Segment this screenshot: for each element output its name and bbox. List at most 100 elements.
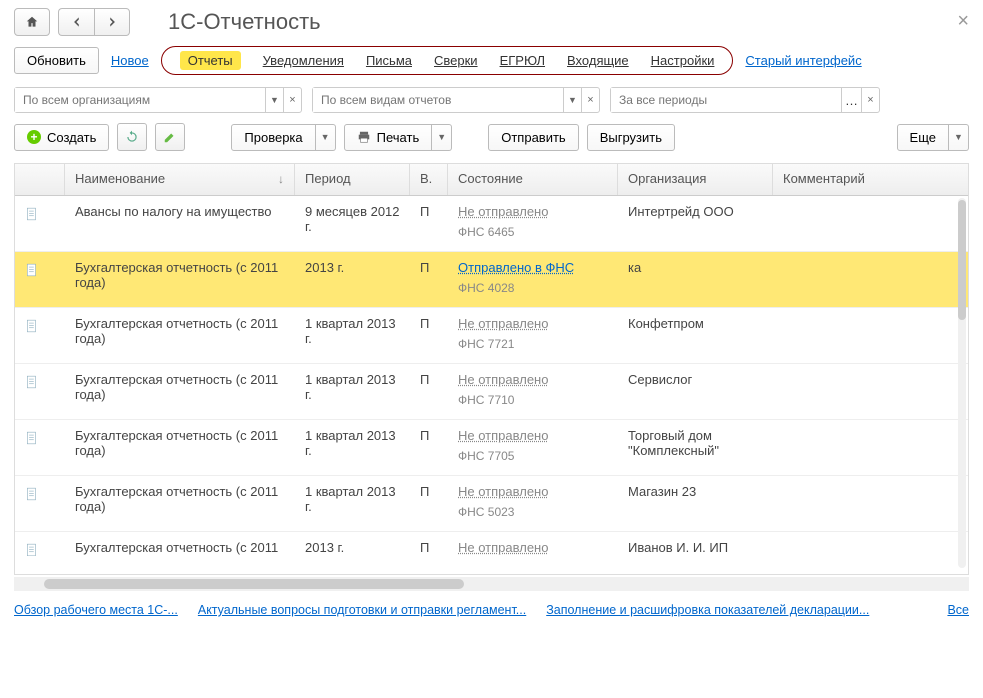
row-comment — [773, 476, 918, 531]
table-header: Наименование↓ Период В. Состояние Органи… — [15, 164, 968, 196]
row-state-cell: Не отправленоФНС 7721 — [448, 308, 618, 363]
row-comment — [773, 420, 918, 475]
filter-period-input[interactable] — [611, 88, 841, 112]
footer-link-3[interactable]: Заполнение и расшифровка показателей дек… — [546, 603, 869, 617]
row-org: ка — [618, 252, 773, 307]
document-icon — [25, 318, 39, 334]
tab-notifications[interactable]: Уведомления — [263, 53, 344, 68]
horizontal-scrollbar[interactable] — [14, 577, 969, 591]
check-button[interactable]: Проверка — [231, 124, 315, 151]
table-row[interactable]: Бухгалтерская отчетность (с 2011 года)1 … — [15, 308, 968, 364]
row-state-sub: ФНС 4028 — [458, 281, 608, 295]
more-dd-arrow[interactable]: ▼ — [949, 124, 969, 151]
more-dropdown: Еще ▼ — [897, 124, 969, 151]
th-org[interactable]: Организация — [618, 164, 773, 195]
th-name[interactable]: Наименование↓ — [65, 164, 295, 195]
row-comment — [773, 364, 918, 419]
home-icon — [25, 15, 39, 29]
back-button[interactable] — [58, 8, 94, 36]
hscroll-thumb[interactable] — [44, 579, 464, 589]
row-state-link[interactable]: Отправлено в ФНС — [458, 260, 608, 275]
row-period: 1 квартал 2013 г. — [295, 476, 410, 531]
send-button[interactable]: Отправить — [488, 124, 578, 151]
filter-org-input[interactable] — [15, 88, 265, 112]
row-state-link[interactable]: Не отправлено — [458, 428, 608, 443]
filter-type: ▼ × — [312, 87, 600, 113]
tab-settings[interactable]: Настройки — [651, 53, 715, 68]
row-name: Бухгалтерская отчетность (с 2011 года) — [65, 420, 295, 475]
row-org: Сервислог — [618, 364, 773, 419]
tab-letters[interactable]: Письма — [366, 53, 412, 68]
vertical-scrollbar[interactable] — [958, 198, 966, 568]
create-button[interactable]: + Создать — [14, 124, 109, 151]
close-button[interactable]: × — [957, 10, 969, 33]
more-button[interactable]: Еще — [897, 124, 949, 151]
old-interface-link[interactable]: Старый интерфейс — [745, 53, 861, 68]
row-v: П — [410, 196, 448, 251]
row-state-sub: ФНС 7705 — [458, 449, 608, 463]
th-comment[interactable]: Комментарий — [773, 164, 918, 195]
th-v[interactable]: В. — [410, 164, 448, 195]
filter-type-clear[interactable]: × — [581, 88, 599, 112]
footer-link-2[interactable]: Актуальные вопросы подготовки и отправки… — [198, 603, 526, 617]
filter-period-picker[interactable]: … — [841, 88, 861, 112]
row-state-cell: Не отправлено ФНС 7710 — [448, 364, 618, 419]
print-dd-arrow[interactable]: ▼ — [432, 124, 452, 151]
document-icon — [25, 262, 39, 278]
scroll-thumb[interactable] — [958, 200, 966, 320]
document-icon — [25, 206, 39, 222]
row-icon-cell — [15, 476, 65, 531]
row-icon-cell — [15, 420, 65, 475]
filter-period: … × — [610, 87, 880, 113]
row-name: Бухгалтерская отчетность (с 2011 года) — [65, 476, 295, 531]
edit-icon-button[interactable] — [155, 123, 185, 151]
row-name: Авансы по налогу на имущество — [65, 196, 295, 251]
row-period: 1 квартал 2013 г. — [295, 364, 410, 419]
footer-link-1[interactable]: Обзор рабочего места 1С-... — [14, 603, 178, 617]
row-state-link[interactable]: Не отправлено — [458, 204, 608, 219]
row-state-link[interactable]: Не отправлено — [458, 484, 608, 499]
new-link[interactable]: Новое — [111, 53, 149, 68]
page-title: 1С-Отчетность — [168, 9, 321, 35]
row-state-link[interactable]: Не отправлено — [458, 316, 608, 331]
create-label: Создать — [47, 130, 96, 145]
footer-all-link[interactable]: Все — [947, 603, 969, 617]
tab-incoming[interactable]: Входящие — [567, 53, 629, 68]
row-org: Торговый дом "Комплексный" — [618, 420, 773, 475]
row-state-sub: ФНС 6465 — [458, 225, 608, 239]
filter-type-input[interactable] — [313, 88, 563, 112]
row-comment — [773, 532, 918, 556]
table-row[interactable]: Бухгалтерская отчетность (с 2011 года)1 … — [15, 476, 968, 532]
row-org: Магазин 23 — [618, 476, 773, 531]
filter-org-dropdown[interactable]: ▼ — [265, 88, 283, 112]
th-period[interactable]: Период — [295, 164, 410, 195]
plus-icon: + — [27, 130, 41, 144]
table-row[interactable]: Бухгалтерская отчетность (с 2011 года)20… — [15, 532, 968, 556]
export-button[interactable]: Выгрузить — [587, 124, 675, 151]
forward-button[interactable] — [94, 8, 130, 36]
print-button[interactable]: Печать — [344, 124, 433, 151]
filter-period-clear[interactable]: × — [861, 88, 879, 112]
row-state-cell: Не отправлено ФНС 6465 — [448, 196, 618, 251]
check-dd-arrow[interactable]: ▼ — [316, 124, 336, 151]
refresh-button[interactable]: Обновить — [14, 47, 99, 74]
tab-egrul[interactable]: ЕГРЮЛ — [500, 53, 545, 68]
row-period: 1 квартал 2013 г. — [295, 308, 410, 363]
home-button[interactable] — [14, 8, 50, 36]
row-state-cell: Не отправлено ФНС 7705 — [448, 420, 618, 475]
row-state-link[interactable]: Не отправлено — [458, 372, 608, 387]
table-row[interactable]: Авансы по налогу на имущество9 месяцев 2… — [15, 196, 968, 252]
filter-type-dropdown[interactable]: ▼ — [563, 88, 581, 112]
table-row[interactable]: Бухгалтерская отчетность (с 2011 года)1 … — [15, 420, 968, 476]
filter-org-clear[interactable]: × — [283, 88, 301, 112]
document-icon — [25, 430, 39, 446]
row-state-link[interactable]: Не отправлено — [458, 540, 608, 555]
table-row[interactable]: Бухгалтерская отчетность (с 2011 года)1 … — [15, 364, 968, 420]
tab-reconcile[interactable]: Сверки — [434, 53, 478, 68]
th-state[interactable]: Состояние — [448, 164, 618, 195]
tab-reports[interactable]: Отчеты — [180, 51, 241, 70]
table-row[interactable]: Бухгалтерская отчетность (с 2011 года)20… — [15, 252, 968, 308]
row-state-sub: ФНС 7710 — [458, 393, 608, 407]
reload-icon-button[interactable] — [117, 123, 147, 151]
th-icon[interactable] — [15, 164, 65, 195]
